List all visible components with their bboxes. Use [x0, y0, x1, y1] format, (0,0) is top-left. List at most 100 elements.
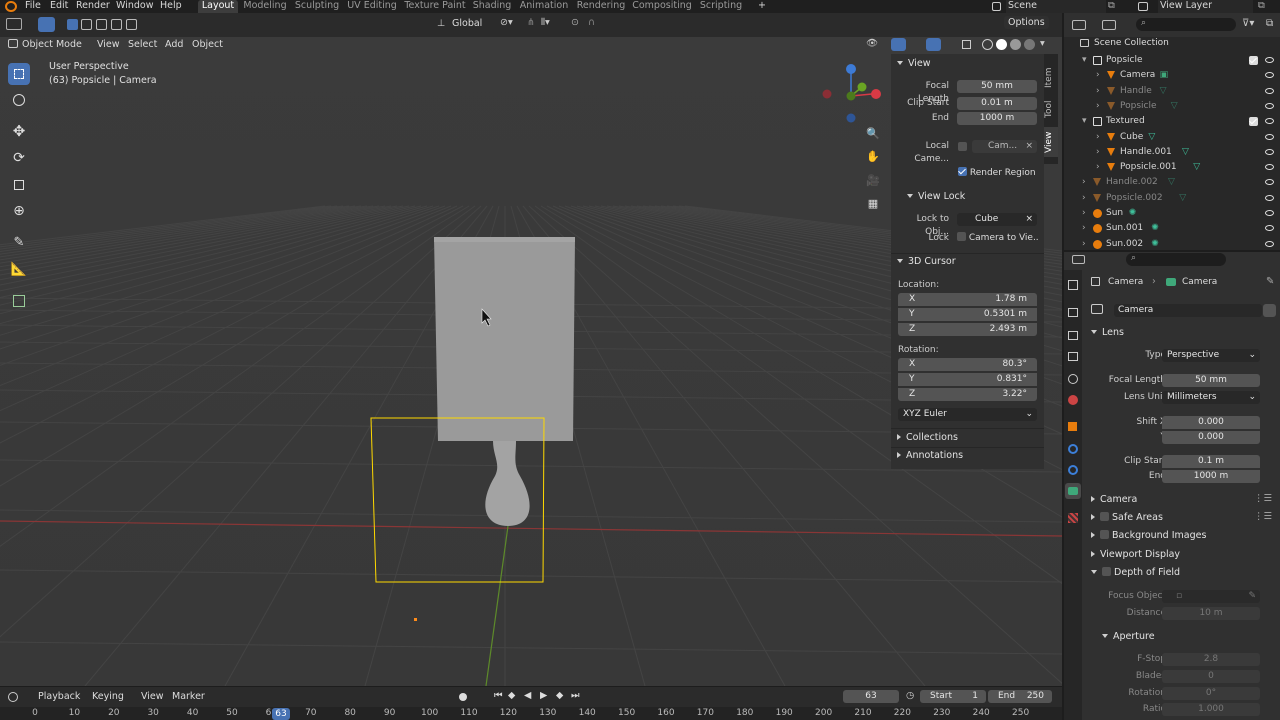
outliner-row[interactable]: › Sun ✺ — [1064, 206, 1280, 221]
mesh-data-icon[interactable]: ▽ — [1168, 175, 1175, 190]
visibility-eye-icon[interactable] — [1265, 72, 1274, 79]
light-data-icon[interactable]: ✺ — [1151, 237, 1159, 252]
shift-y-field[interactable]: 0.000 — [1162, 431, 1260, 444]
outliner-row[interactable]: › Popsicle.002 ▽ — [1064, 191, 1280, 206]
depth-of-field-panel-header[interactable]: Depth of Field — [1091, 566, 1180, 580]
light-data-icon[interactable]: ✺ — [1129, 206, 1137, 221]
next-keyframe-icon[interactable]: ◆ — [556, 690, 563, 701]
select-box-tool[interactable] — [8, 63, 30, 85]
output-tab-icon[interactable] — [1068, 331, 1078, 340]
rotate-tool[interactable]: ⟳ — [8, 147, 30, 169]
visibility-eye-icon[interactable] — [1265, 133, 1274, 140]
workspace-tab-modeling[interactable]: Modeling — [243, 0, 287, 13]
camera-to-view-row[interactable]: Camera to Vie... — [957, 232, 1039, 243]
visibility-eye-icon[interactable] — [1265, 210, 1274, 216]
view-lock-subpanel-header[interactable]: View Lock — [907, 190, 965, 204]
end-frame-field[interactable]: End 250 — [988, 690, 1052, 703]
clip-start-field[interactable]: 0.01 m — [957, 97, 1037, 110]
outliner-row[interactable]: › Handle.002 ▽ — [1064, 175, 1280, 190]
scale-tool[interactable] — [8, 174, 30, 196]
lens-unit-dropdown[interactable]: Millimeters ⌄ — [1162, 391, 1260, 404]
workspace-tab-compositing[interactable]: Compositing — [632, 0, 692, 13]
expand-arrow-icon[interactable]: › — [1082, 206, 1086, 221]
fstop-field[interactable]: 2.8 — [1162, 653, 1260, 666]
expand-arrow-icon[interactable]: › — [1096, 160, 1100, 175]
camera-to-view-checkbox[interactable] — [957, 232, 966, 241]
view-layer-tab-icon[interactable] — [1068, 352, 1078, 361]
playhead-marker[interactable]: 63 — [272, 708, 290, 720]
workspace-tab-shading[interactable]: Shading — [471, 0, 513, 13]
new-collection-icon[interactable]: ⧉ — [1266, 18, 1273, 29]
outliner-row[interactable]: › Popsicle.001 ▽ — [1064, 160, 1280, 175]
workspace-tab-animation[interactable]: Animation — [519, 0, 569, 13]
display-mode-icon[interactable] — [1102, 20, 1116, 30]
menu-object[interactable]: Object — [192, 39, 223, 50]
play-reverse-icon[interactable]: ◀ — [524, 690, 531, 701]
add-cube-tool[interactable] — [8, 290, 30, 312]
expand-arrow-icon[interactable]: ▾ — [1082, 114, 1087, 129]
cursor-location-y-field[interactable]: Y 0.5301 m — [898, 308, 1037, 321]
timeline-editor-icon[interactable] — [8, 692, 18, 702]
shift-x-field[interactable]: 0.000 — [1162, 416, 1260, 429]
distance-field[interactable]: 10 m — [1162, 607, 1260, 620]
editor-type-icon[interactable] — [6, 18, 22, 30]
lens-panel-header[interactable]: Lens — [1091, 326, 1124, 340]
outliner-editor-icon[interactable] — [1072, 20, 1086, 30]
outliner-row[interactable]: › Cube ▽ — [1064, 130, 1280, 145]
scene-icon[interactable] — [992, 2, 1001, 11]
outliner-row[interactable]: › Handle ▽ — [1064, 84, 1280, 99]
wireframe-shading-icon[interactable] — [982, 39, 993, 50]
record-icon[interactable] — [459, 693, 467, 701]
options-dropdown[interactable]: Options — [1004, 16, 1049, 29]
copy-view-layer-icon[interactable]: ⧉ — [1258, 0, 1265, 13]
visibility-eye-icon[interactable] — [1265, 102, 1274, 109]
pivot-point-dropdown[interactable]: ⊘▾ — [500, 17, 513, 28]
expand-arrow-icon[interactable]: › — [1082, 191, 1086, 206]
depth-of-field-checkbox[interactable] — [1102, 567, 1111, 576]
light-data-icon[interactable]: ✺ — [1151, 221, 1159, 236]
outliner-row[interactable]: › Sun.002 ✺ — [1064, 237, 1280, 252]
menu-add[interactable]: Add — [165, 39, 183, 50]
transform-orientation-dropdown[interactable]: Global — [452, 18, 482, 29]
menu-marker[interactable]: Marker — [172, 691, 205, 702]
tab-item[interactable]: Item — [1044, 62, 1058, 89]
safe-areas-menu-icon[interactable]: ⋮☰ — [1254, 511, 1272, 522]
safe-areas-checkbox[interactable] — [1100, 512, 1109, 521]
jump-start-icon[interactable]: ⏮ — [494, 690, 503, 701]
start-frame-field[interactable]: Start 1 — [920, 690, 986, 703]
clock-icon[interactable]: ◷ — [906, 690, 914, 701]
selection-mode-intersect-icon[interactable] — [126, 19, 137, 30]
constraints-tab-icon[interactable] — [1068, 465, 1078, 475]
menu-keying[interactable]: Keying — [92, 691, 124, 702]
aperture-subpanel-header[interactable]: Aperture — [1102, 630, 1155, 644]
visibility-eye-icon[interactable] — [1265, 179, 1274, 186]
visibility-eye-icon[interactable] — [1265, 240, 1274, 247]
render-tab-icon[interactable] — [1068, 308, 1078, 317]
visibility-eye-icon[interactable] — [1265, 225, 1274, 232]
background-images-checkbox[interactable] — [1100, 530, 1109, 539]
copy-scene-icon[interactable]: ⧉ — [1108, 0, 1115, 13]
expand-arrow-icon[interactable]: › — [1082, 237, 1086, 252]
visibility-eye-icon[interactable] — [1265, 87, 1274, 94]
selection-mode-subtract-icon[interactable] — [96, 19, 107, 30]
scene-collection-label[interactable]: Scene Collection — [1094, 38, 1169, 48]
workspace-tab-scripting[interactable]: Scripting — [698, 0, 744, 13]
menu-select[interactable]: Select — [128, 39, 157, 50]
fake-user-shield-icon[interactable] — [1263, 304, 1276, 317]
workspace-tab-sculpting[interactable]: Sculpting — [293, 0, 341, 13]
camera-view-icon[interactable]: 🎥 — [864, 174, 882, 192]
expand-arrow-icon[interactable]: › — [1082, 175, 1086, 190]
collection-exclude-checkbox[interactable] — [1249, 117, 1258, 127]
mesh-data-icon[interactable]: ▽ — [1171, 99, 1178, 114]
material-shading-icon[interactable] — [1010, 39, 1021, 50]
expand-arrow-icon[interactable]: › — [1096, 68, 1100, 83]
object-mode-dropdown[interactable]: Object Mode — [22, 39, 82, 50]
visibility-eye-icon[interactable] — [1265, 194, 1274, 201]
shading-options-dropdown[interactable]: ▾ — [1040, 38, 1045, 49]
mesh-data-icon[interactable]: ▽ — [1182, 145, 1189, 160]
cursor-location-x-field[interactable]: X 1.78 m — [898, 293, 1037, 306]
tool-tab-icon[interactable] — [1068, 280, 1078, 290]
add-workspace-button[interactable]: + — [758, 0, 766, 13]
background-images-panel-header[interactable]: Background Images — [1091, 529, 1206, 543]
proportional-edit-icon[interactable]: ⊙ — [571, 17, 579, 28]
